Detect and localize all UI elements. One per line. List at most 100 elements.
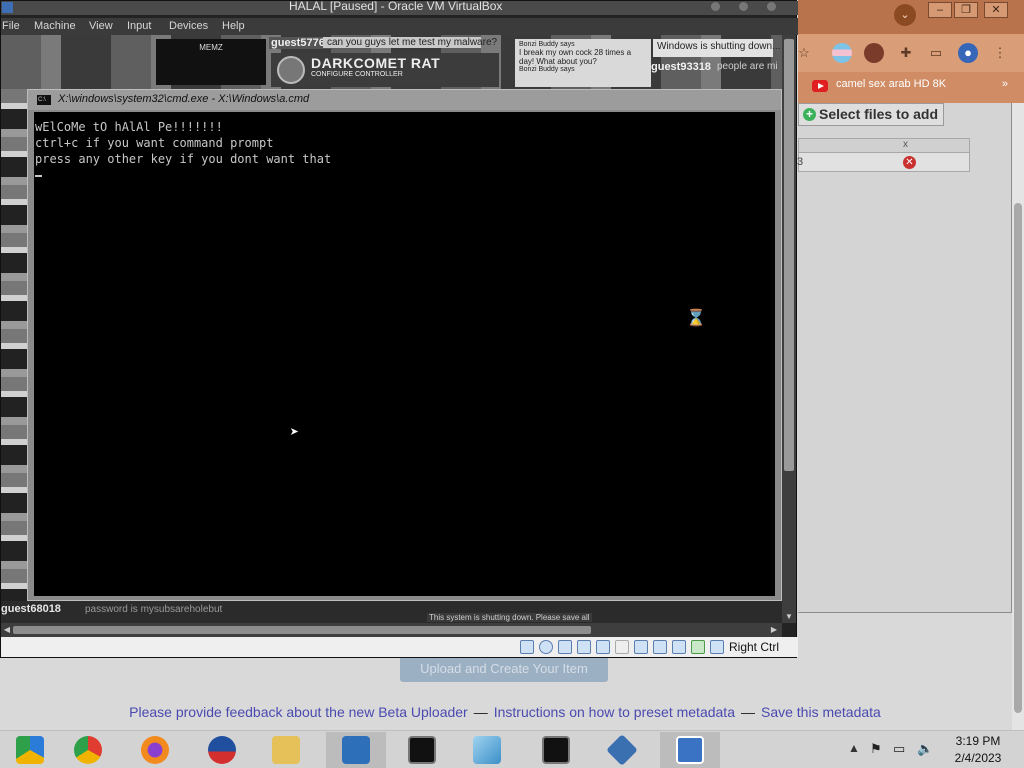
- busy-cursor-icon: ⌛: [686, 308, 706, 327]
- vm-display[interactable]: MEMZ guest57769 can you guys let me test…: [1, 35, 782, 623]
- star-icon[interactable]: ☆: [794, 43, 814, 63]
- taskbar-settings-window[interactable]: [326, 732, 386, 768]
- video-capture-icon[interactable]: [653, 640, 667, 654]
- taskbar-file-explorer[interactable]: [256, 732, 316, 768]
- host-key-label: Right Ctrl: [729, 640, 780, 654]
- cmd-console[interactable]: wElCoMe tO hAlAl Pe!!!!!!! ctrl+c if you…: [34, 112, 775, 596]
- extension-avatar-icon[interactable]: [864, 43, 884, 63]
- virtualbox-window: HALAL [Paused] - Oracle VM VirtualBox Fi…: [0, 0, 798, 658]
- taskbar-cmd[interactable]: [392, 732, 452, 768]
- chrome-tabstrip: ⌄ – ❐ ✕: [798, 0, 1024, 34]
- scroll-left-icon[interactable]: ◀: [1, 624, 13, 636]
- menu-view[interactable]: View: [89, 20, 113, 32]
- extension-flag-icon[interactable]: [832, 43, 852, 63]
- chat-footer: Bonzi Buddy says: [519, 66, 575, 73]
- upload-button[interactable]: Upload and Create Your Item: [400, 655, 608, 682]
- bookmark-item[interactable]: camel sex arab HD 8K: [836, 78, 946, 90]
- vbox-window-title: HALAL [Paused] - Oracle VM VirtualBox: [289, 0, 503, 13]
- taskbar-cmd-2[interactable]: [526, 732, 586, 768]
- console-line: press any other key if you dont want tha…: [35, 152, 332, 166]
- shutdown-notice: Windows is shutting down...: [653, 39, 780, 57]
- clock-date[interactable]: 2/4/2023: [946, 751, 1010, 765]
- files-table-header: x: [799, 139, 969, 153]
- footer-separator: —: [740, 704, 755, 720]
- taskbar-virtualbox[interactable]: [592, 732, 652, 768]
- footer-links: Please provide feedback about the new Be…: [0, 704, 1010, 720]
- keyboard-capture-icon[interactable]: [710, 640, 724, 654]
- sidepanel-icon[interactable]: ▭: [926, 43, 946, 63]
- feedback-link[interactable]: Please provide feedback about the new Be…: [129, 704, 468, 720]
- virtualbox-icon: [2, 2, 13, 13]
- volume-icon[interactable]: 🔈: [917, 741, 933, 757]
- remove-file-icon[interactable]: ✕: [903, 156, 916, 169]
- vbox-horizontal-scrollbar[interactable]: ◀ ▶: [1, 623, 782, 637]
- hard-disk-icon[interactable]: [520, 640, 534, 654]
- cmd-titlebar[interactable]: C:\ X:\windows\system32\cmd.exe - X:\Win…: [28, 90, 781, 110]
- scroll-right-icon[interactable]: ▶: [768, 624, 780, 636]
- guest-left-glitch-strip: [1, 89, 29, 623]
- cpu-icon[interactable]: [672, 640, 686, 654]
- network-icon[interactable]: [577, 640, 591, 654]
- minimize-icon[interactable]: [711, 2, 720, 11]
- vbox-vertical-scrollbar[interactable]: ▲ ▼: [782, 35, 796, 623]
- chat-message: can you guys let me test my malware?: [323, 37, 497, 48]
- kebab-menu-icon[interactable]: ⋮: [990, 43, 1010, 63]
- select-files-button[interactable]: Select files to add: [798, 103, 944, 126]
- chat-message: people are mi: [717, 61, 778, 72]
- memz-window: MEMZ: [156, 39, 266, 85]
- chrome-icon: [74, 736, 102, 764]
- restore-icon[interactable]: ❐: [954, 2, 978, 18]
- optical-drive-icon[interactable]: [539, 640, 553, 654]
- cmd-icon: C:\: [37, 95, 51, 105]
- virtualbox-icon: [606, 734, 638, 766]
- menu-help[interactable]: Help: [222, 20, 245, 32]
- close-icon[interactable]: [767, 2, 776, 11]
- puzzle-icon[interactable]: ✚: [896, 43, 916, 63]
- guest-additions-icon[interactable]: [691, 640, 705, 654]
- notepad-icon: [473, 736, 501, 764]
- flag-icon[interactable]: ⚑: [870, 741, 882, 757]
- cmd-window-title: X:\windows\system32\cmd.exe - X:\Windows…: [58, 93, 310, 105]
- clock-time[interactable]: 3:19 PM: [946, 734, 1010, 748]
- usb-icon[interactable]: [596, 640, 610, 654]
- vbox-titlebar[interactable]: HALAL [Paused] - Oracle VM VirtualBox: [1, 0, 798, 15]
- minimize-icon[interactable]: –: [928, 2, 952, 18]
- chat-message: password is mysubsareholebut: [85, 604, 223, 615]
- menu-machine[interactable]: Machine: [34, 20, 76, 32]
- menu-devices[interactable]: Devices: [169, 20, 208, 32]
- profile-icon[interactable]: ●: [958, 43, 978, 63]
- taskbar-notepad[interactable]: [457, 732, 517, 768]
- vscroll-thumb[interactable]: [784, 39, 794, 471]
- page-scrollbar[interactable]: [1012, 103, 1024, 730]
- chevron-down-icon[interactable]: ⌄: [894, 4, 916, 26]
- menu-file[interactable]: File: [2, 20, 20, 32]
- taskbar-win10-vm[interactable]: [660, 732, 720, 768]
- maximize-icon[interactable]: [739, 2, 748, 11]
- scroll-down-icon[interactable]: ▼: [782, 611, 796, 623]
- network-icon[interactable]: ▭: [893, 741, 905, 757]
- taskbar-chrome[interactable]: [58, 732, 118, 768]
- close-icon[interactable]: ✕: [984, 2, 1008, 18]
- win10-vm-icon: [676, 736, 704, 764]
- page-scrollbar-thumb[interactable]: [1014, 203, 1022, 713]
- settings-window-icon: [342, 736, 370, 764]
- save-metadata-link[interactable]: Save this metadata: [761, 704, 881, 720]
- taskbar-chrome-dev[interactable]: [0, 732, 60, 768]
- guest-username: guest93318: [651, 61, 711, 73]
- tray-overflow-icon[interactable]: ▲: [848, 741, 860, 755]
- display-icon[interactable]: [634, 640, 648, 654]
- files-row-value: 3: [797, 156, 804, 168]
- taskbar-obama-logo[interactable]: [192, 732, 252, 768]
- hscroll-thumb[interactable]: [13, 626, 591, 634]
- menu-input[interactable]: Input: [127, 20, 151, 32]
- audio-icon[interactable]: [558, 640, 572, 654]
- bookmarks-overflow-button[interactable]: »: [1002, 78, 1008, 90]
- chrome-dev-icon: [16, 736, 44, 764]
- cmd-window[interactable]: C:\ X:\windows\system32\cmd.exe - X:\Win…: [27, 89, 782, 601]
- youtube-icon: [812, 80, 828, 92]
- console-line: wElCoMe tO hAlAl Pe!!!!!!!: [35, 120, 223, 134]
- preset-metadata-link[interactable]: Instructions on how to preset metadata: [494, 704, 735, 720]
- darkcomet-banner: DARKCOMET RAT CONFIGURE CONTROLLER: [271, 53, 499, 87]
- taskbar-firefox[interactable]: [125, 732, 185, 768]
- shared-folders-icon[interactable]: [615, 640, 629, 654]
